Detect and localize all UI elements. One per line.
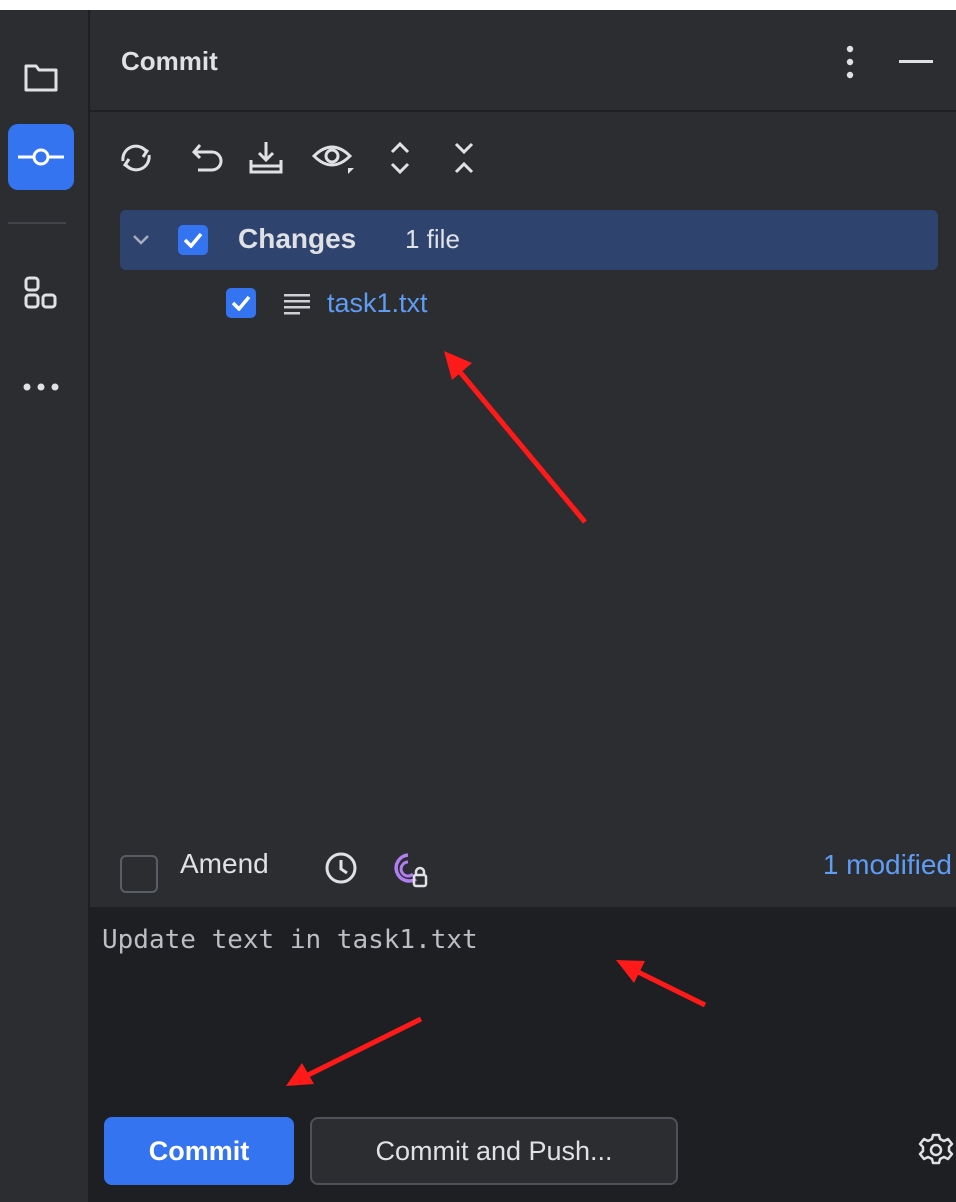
amend-checkbox[interactable] xyxy=(120,855,158,893)
commit-message-area[interactable]: Update text in task1.txt xyxy=(90,907,956,1107)
changes-group-row[interactable]: Changes 1 file xyxy=(120,210,938,270)
changes-tree: Changes 1 file task1.txt xyxy=(90,210,956,830)
collapse-all-icon[interactable] xyxy=(442,134,486,182)
commit-button[interactable]: Commit xyxy=(104,1117,294,1185)
ai-assistant-icon[interactable] xyxy=(390,851,430,896)
refresh-icon[interactable] xyxy=(114,134,158,182)
text-file-icon xyxy=(284,293,314,320)
expand-all-icon[interactable] xyxy=(378,134,422,182)
commit-footer: Commit Commit and Push... xyxy=(90,1107,956,1202)
file-checkbox[interactable] xyxy=(226,288,256,318)
history-clock-icon[interactable] xyxy=(324,851,358,890)
more-icon[interactable] xyxy=(8,354,74,420)
commit-and-push-button[interactable]: Commit and Push... xyxy=(310,1117,678,1185)
commit-icon[interactable] xyxy=(8,124,74,190)
tool-window-title: Commit xyxy=(121,46,218,76)
file-name[interactable]: task1.txt xyxy=(327,288,428,319)
strip-divider xyxy=(8,222,66,224)
shelve-icon[interactable] xyxy=(244,134,288,182)
changes-checkbox[interactable] xyxy=(178,225,208,255)
file-row[interactable]: task1.txt xyxy=(220,276,820,330)
amend-row: Amend 1 modified xyxy=(90,835,956,907)
minimize-icon[interactable] xyxy=(896,40,936,84)
amend-label[interactable]: Amend xyxy=(180,848,269,880)
rollback-icon[interactable] xyxy=(186,134,230,182)
modified-count-link[interactable]: 1 modified xyxy=(823,849,952,881)
structure-icon[interactable] xyxy=(8,260,74,326)
preview-diff-icon[interactable] xyxy=(312,134,356,182)
gear-icon[interactable] xyxy=(918,1132,954,1173)
commit-tool-window: Commit Changes 1 file task1.txt Amend 1 … xyxy=(0,10,956,1202)
options-menu-icon[interactable] xyxy=(830,40,870,84)
chevron-down-icon[interactable] xyxy=(130,228,152,255)
changes-file-count: 1 file xyxy=(405,224,460,254)
tool-window-header: Commit xyxy=(90,10,956,112)
tool-window-strip xyxy=(0,10,90,1202)
changes-group-label: Changes xyxy=(238,223,357,254)
commit-message-text[interactable]: Update text in task1.txt xyxy=(102,925,478,955)
project-folder-icon[interactable] xyxy=(8,44,74,110)
